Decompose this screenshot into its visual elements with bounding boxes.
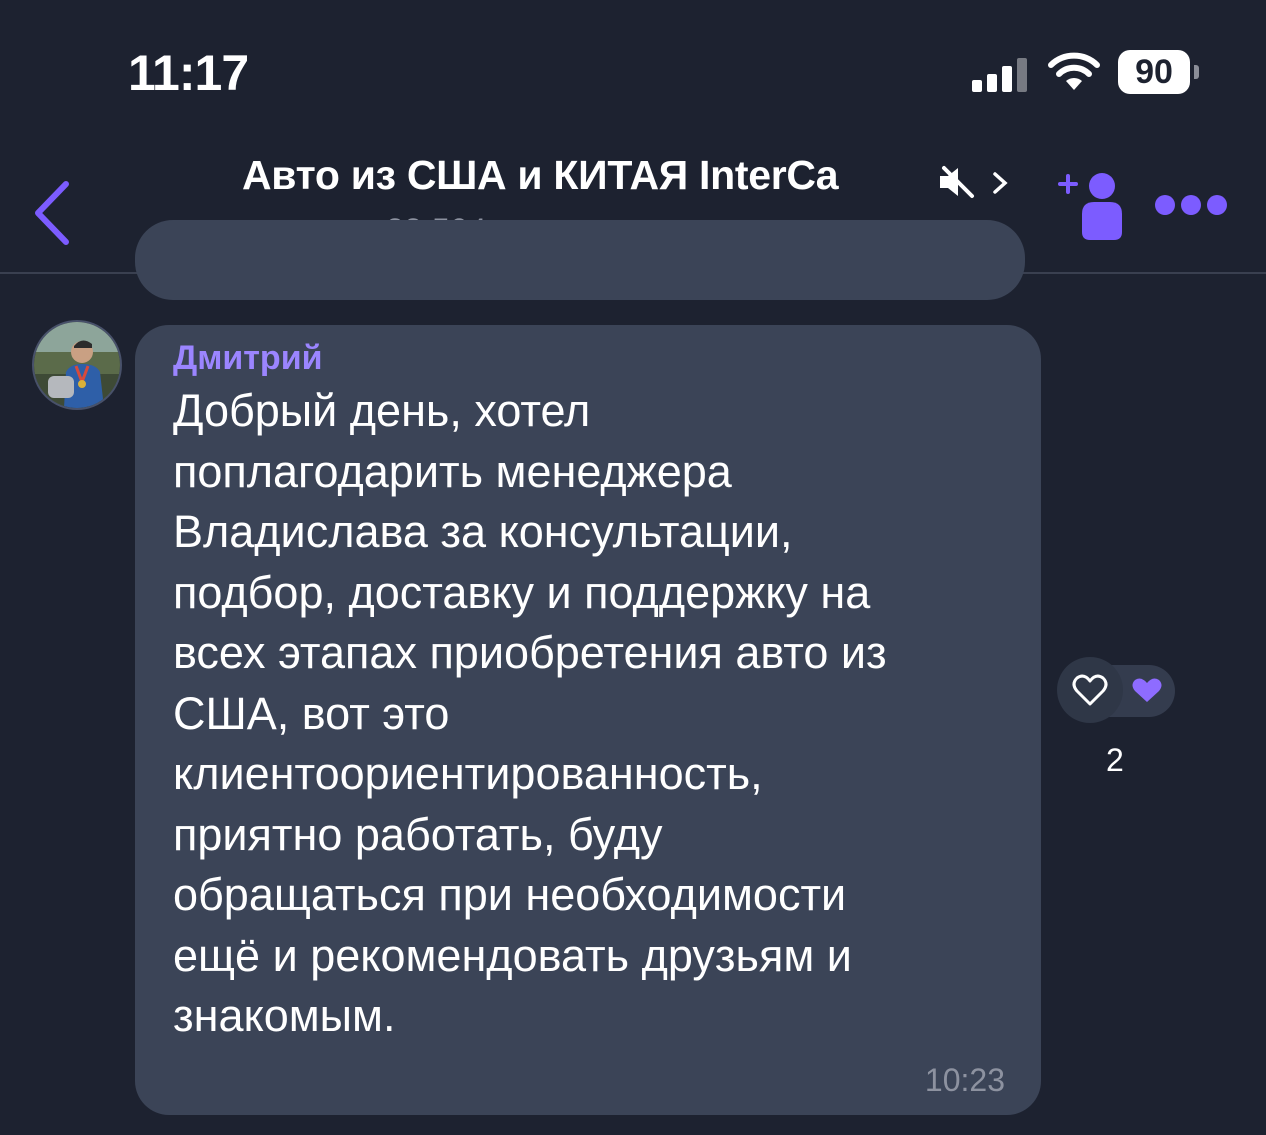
reaction-count: 2 — [1106, 742, 1124, 778]
wifi-icon — [1048, 52, 1100, 90]
status-bar: 11:17 90 — [0, 0, 1266, 140]
sender-name[interactable]: Дмитрий — [173, 339, 323, 378]
message-line: клиентоориентированность, — [173, 748, 763, 799]
chevron-right-icon[interactable] — [990, 168, 1010, 198]
message-timestamp: 10:23 — [924, 1062, 1005, 1098]
chat-title[interactable]: Авто из США и КИТАЯ InterCa — [242, 152, 932, 199]
status-time: 11:17 — [128, 45, 249, 101]
battery-level: 90 — [1118, 50, 1190, 94]
message-line: Добрый день, хотел — [173, 385, 591, 436]
message-line: Владислава за консультации, — [173, 506, 793, 557]
add-member-icon[interactable] — [1056, 170, 1138, 242]
message-line: подбор, доставку и поддержку на — [173, 566, 871, 618]
message-text: Добрый день, хотел поплагодарить менедже… — [173, 381, 1023, 1047]
battery-icon: 90 — [1118, 50, 1199, 94]
message-line: США, вот это — [173, 687, 450, 739]
avatar-photo — [34, 322, 120, 408]
more-options-icon[interactable] — [1154, 194, 1228, 216]
sender-avatar[interactable] — [32, 320, 122, 410]
previous-message-bubble — [135, 220, 1025, 300]
message-line: знакомым. — [173, 990, 396, 1041]
message-bubble[interactable]: Дмитрий Добрый день, хотел поплагодарить… — [135, 325, 1041, 1115]
message-line: ещё и рекомендовать друзьям и — [173, 929, 852, 981]
reaction-button[interactable] — [1055, 657, 1177, 723]
muted-speaker-icon — [940, 166, 974, 198]
message-line: всех этапах приобретения авто из — [173, 627, 887, 678]
message-line: обращаться при необходимости — [173, 869, 847, 920]
back-chevron-icon[interactable] — [28, 178, 78, 248]
message-line: поплагодарить менеджера — [173, 445, 732, 497]
cellular-signal-icon — [972, 56, 1032, 92]
message-line: приятно работать, буду — [173, 808, 663, 860]
